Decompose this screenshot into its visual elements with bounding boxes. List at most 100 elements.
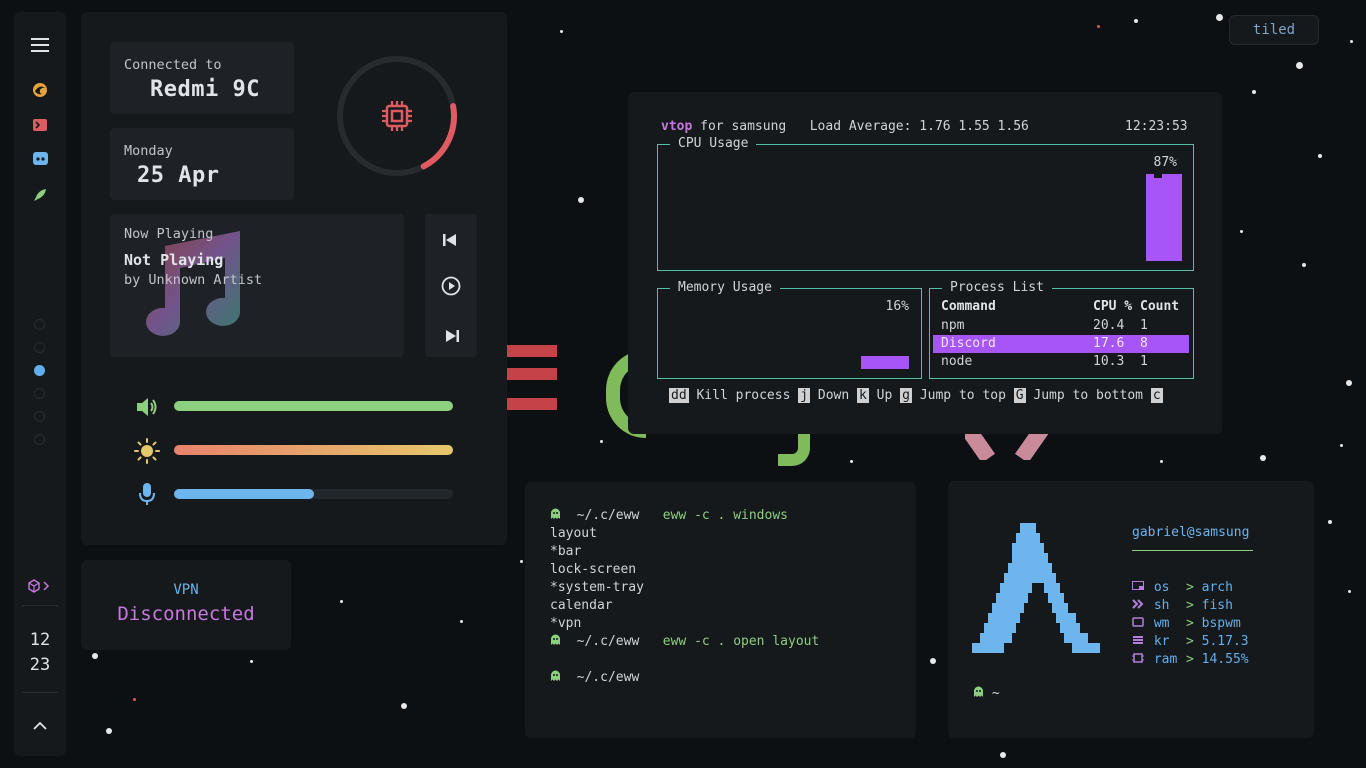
cube-chevron-icon[interactable]: [14, 578, 66, 594]
play-circle-icon[interactable]: [441, 276, 461, 300]
fetch-key: ram: [1146, 652, 1178, 667]
os-icon: [1132, 579, 1146, 597]
cpu-ring: [335, 54, 459, 178]
process-cpu: 10.3: [1093, 354, 1125, 369]
prompt-dir: ~/.c/eww: [576, 508, 640, 523]
date-card: Monday 25 Apr: [110, 128, 294, 200]
prompt-dir: ~/.c/eww: [576, 670, 640, 685]
firefox-icon[interactable]: [14, 81, 66, 99]
layout-indicator[interactable]: tiled: [1229, 15, 1319, 45]
process-command: node: [941, 354, 973, 369]
workspace-dot[interactable]: [34, 411, 45, 422]
vpn-widget[interactable]: VPN Disconnected: [81, 560, 291, 650]
process-count: 8: [1140, 336, 1148, 351]
wallpaper-glyph-v: [965, 432, 1055, 460]
keybind-label: Kill process: [688, 388, 799, 403]
fetch-row: os > arch: [1132, 579, 1233, 597]
media-controls: [425, 214, 477, 357]
microphone-slider[interactable]: [174, 489, 453, 499]
cpu-usage-box: CPU Usage 87%: [657, 136, 1194, 271]
microphone-icon[interactable]: [138, 482, 156, 510]
process-list-box: Process List Command CPU % Count npm 20.4…: [929, 280, 1194, 379]
vpn-status: Disconnected: [117, 603, 255, 625]
workspace-dot[interactable]: [34, 388, 45, 399]
col-cpu: CPU %: [1093, 299, 1133, 314]
clock-hour: 12: [29, 630, 51, 650]
fetch-value: 14.55%: [1201, 652, 1249, 667]
sidebar: 12 23: [14, 12, 66, 756]
sidebar-divider: [22, 605, 58, 606]
keybind-key: c: [1150, 388, 1163, 403]
process-row[interactable]: npm 20.4 1: [933, 317, 1189, 335]
date-weekday: Monday: [124, 143, 173, 159]
prompt-line-3: ~/.c/eww: [550, 669, 639, 687]
cpu-usage-bar: [1146, 174, 1182, 261]
workspace-dot[interactable]: [34, 342, 45, 353]
vtop-host: for samsung: [700, 119, 787, 134]
output-line: *system-tray: [550, 580, 644, 595]
output-line: layout: [550, 526, 597, 541]
wallpaper-glyph-equals-2: [505, 368, 557, 380]
skip-previous-icon[interactable]: [443, 232, 457, 251]
fetch-user: gabriel@samsung: [1132, 525, 1250, 540]
fetch-arrow: >: [1186, 634, 1202, 649]
hamburger-icon[interactable]: [14, 38, 66, 52]
volume-icon[interactable]: [135, 396, 159, 422]
workspace-dot[interactable]: [34, 434, 45, 445]
fetch-arrow: >: [1186, 580, 1202, 595]
wallpaper-glyph-equals-3: [505, 398, 557, 410]
ghost-icon: [973, 686, 984, 701]
memory-usage-percent: 16%: [885, 299, 909, 314]
process-list-title: Process List: [942, 280, 1052, 296]
network-card[interactable]: Connected to Redmi 9C: [110, 42, 294, 114]
terminal-icon[interactable]: [14, 117, 66, 133]
brightness-icon[interactable]: [134, 438, 160, 468]
sidebar-divider: [22, 692, 58, 693]
col-command: Command: [941, 299, 996, 314]
workspace-dot[interactable]: [34, 319, 45, 330]
terminal-window[interactable]: ~/.c/eww eww -c . windows layout *bar lock…: [525, 482, 916, 738]
skip-next-icon[interactable]: [445, 328, 459, 347]
wallpaper-glyph-hook: [778, 430, 810, 466]
process-command: Discord: [941, 336, 996, 351]
fetch-window[interactable]: gabriel@samsung os > arch sh > fish wm > bs…: [948, 481, 1314, 738]
ghost-icon: [550, 670, 561, 685]
prompt-line-2: ~/.c/eww eww -c . open layout: [550, 633, 819, 651]
vtop-time: 12:23:53: [1125, 119, 1188, 134]
workspace-dot[interactable]: [34, 365, 45, 376]
process-row[interactable]: Discord 17.6 8: [933, 335, 1189, 353]
memory-usage-title: Memory Usage: [670, 280, 780, 296]
vtop-window: vtop for samsung Load Average: 1.76 1.55…: [628, 92, 1222, 434]
shell-icon: [1132, 597, 1146, 615]
prompt-command: eww -c . windows: [662, 508, 788, 523]
output-line: lock-screen: [550, 562, 637, 577]
process-command: npm: [941, 318, 965, 333]
rocket-icon[interactable]: [14, 186, 66, 204]
ghost-icon: [550, 634, 561, 649]
volume-slider[interactable]: [174, 401, 453, 411]
arch-logo-icon: [972, 523, 1102, 665]
media-card: Now Playing Not Playing by Unknown Artis…: [110, 214, 404, 357]
keybind-key: G: [1013, 388, 1026, 403]
fetch-key: wm: [1146, 616, 1170, 631]
memory-usage-bar: [861, 356, 909, 369]
process-count: 1: [1140, 354, 1148, 369]
fetch-value: bspwm: [1201, 616, 1241, 631]
col-count: Count: [1140, 299, 1180, 314]
fetch-value: fish: [1201, 598, 1233, 613]
process-count: 1: [1140, 318, 1148, 333]
process-row[interactable]: node 10.3 1: [933, 353, 1189, 371]
prompt-dir: ~/.c/eww: [576, 634, 640, 649]
keybind-label: Jump to top: [912, 388, 1014, 403]
cpu-usage-bar-notch: [1154, 172, 1162, 178]
chevron-up-icon[interactable]: [14, 718, 66, 732]
fetch-key: sh: [1146, 598, 1170, 613]
brightness-slider[interactable]: [174, 445, 453, 455]
fetch-key: os: [1146, 580, 1170, 595]
clock-minute: 23: [29, 655, 51, 675]
fetch-arrow: >: [1186, 616, 1202, 631]
discord-icon[interactable]: [14, 150, 66, 166]
wallpaper-glyph-equals: [505, 345, 557, 357]
prompt-command: eww -c . open layout: [662, 634, 820, 649]
cpu-icon: [380, 99, 414, 133]
